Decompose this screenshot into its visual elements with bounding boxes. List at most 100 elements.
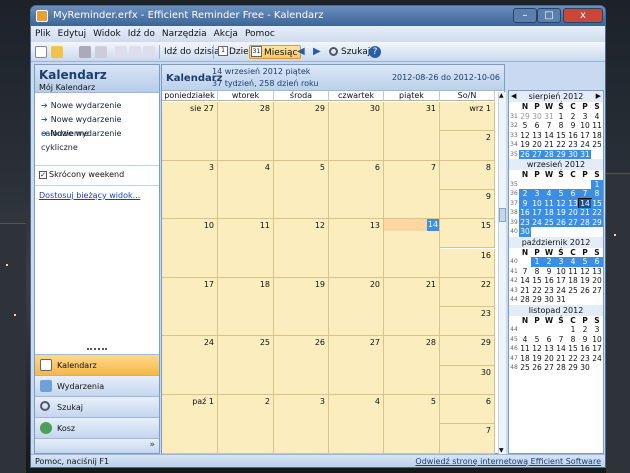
weekend-cell[interactable]: 29 bbox=[440, 336, 495, 366]
mini-day[interactable]: 20 bbox=[591, 276, 603, 286]
mini-day[interactable]: 2 bbox=[519, 189, 531, 199]
mini-day[interactable]: 3 bbox=[555, 257, 567, 267]
mini-day[interactable]: 1 bbox=[567, 325, 579, 335]
mini-day[interactable]: 9 bbox=[567, 121, 579, 131]
mini-month-title[interactable]: ◀ ▶ sierpień 2012 bbox=[509, 91, 603, 102]
mini-day[interactable]: 15 bbox=[591, 198, 603, 208]
search-button[interactable]: Szukaj bbox=[327, 45, 373, 59]
minimize-button[interactable]: – bbox=[513, 8, 537, 23]
day-cell[interactable]: 3 bbox=[162, 160, 218, 220]
mini-next-icon[interactable]: ▶ bbox=[596, 91, 603, 102]
day-cell[interactable]: 6 bbox=[329, 160, 384, 220]
mini-day[interactable]: 14 bbox=[555, 344, 567, 354]
weekend-cell[interactable]: 30 bbox=[440, 365, 495, 395]
mini-day[interactable]: 6 bbox=[591, 257, 603, 267]
scroll-thumb[interactable] bbox=[499, 208, 506, 222]
weekend-cell[interactable]: 15 bbox=[440, 219, 495, 249]
day-cell[interactable]: 3 bbox=[274, 395, 329, 454]
weekend-cell[interactable]: 2 bbox=[440, 131, 495, 161]
mini-day[interactable]: 1 bbox=[591, 179, 603, 189]
weekend-cell[interactable]: 7 bbox=[440, 424, 495, 454]
mini-day[interactable]: 23 bbox=[543, 286, 555, 296]
day-cell[interactable]: 10 bbox=[162, 219, 218, 278]
day-cell[interactable]: 20 bbox=[329, 277, 384, 337]
day-cell[interactable]: 18 bbox=[218, 277, 274, 337]
mini-day[interactable]: 29 bbox=[567, 363, 579, 373]
mini-day[interactable]: 26 bbox=[519, 149, 531, 159]
short-weekend-row[interactable]: ✓ Skrócony weekend bbox=[35, 165, 159, 183]
mini-day[interactable]: 7 bbox=[555, 335, 567, 345]
mini-day[interactable]: 10 bbox=[579, 121, 591, 131]
mini-day[interactable]: 2 bbox=[579, 325, 591, 335]
mini-day[interactable]: 24 bbox=[579, 140, 591, 150]
mini-day[interactable]: 1 bbox=[555, 112, 567, 122]
mini-day[interactable] bbox=[567, 227, 579, 237]
mini-day[interactable]: 12 bbox=[519, 131, 531, 141]
mini-day[interactable]: 9 bbox=[579, 335, 591, 345]
website-link[interactable]: Odwiedź stronę internetową Efficient Sof… bbox=[415, 455, 601, 467]
mini-day[interactable]: 11 bbox=[543, 198, 555, 208]
paste-icon[interactable] bbox=[143, 46, 155, 58]
mini-day[interactable] bbox=[555, 227, 567, 237]
mini-day[interactable]: 10 bbox=[555, 267, 567, 277]
weekend-cell[interactable]: 23 bbox=[440, 307, 495, 337]
mini-day[interactable]: 18 bbox=[519, 354, 531, 364]
weekend-cell[interactable]: 16 bbox=[440, 248, 495, 278]
mini-day[interactable]: 6 bbox=[531, 121, 543, 131]
mini-day[interactable]: 27 bbox=[543, 363, 555, 373]
mini-day[interactable]: 29 bbox=[591, 217, 603, 227]
mini-day[interactable] bbox=[579, 180, 591, 190]
day-cell[interactable]: 19 bbox=[274, 277, 329, 337]
mini-day[interactable] bbox=[591, 227, 603, 237]
new-allday-event-link[interactable]: ➔ Nowe wydarzenie całodzienne bbox=[35, 113, 159, 138]
day-cell[interactable]: 28 bbox=[384, 336, 440, 395]
nav-kosz[interactable]: Kosz bbox=[35, 417, 159, 438]
mini-day[interactable]: 11 bbox=[567, 267, 579, 277]
day-cell[interactable]: 31 bbox=[384, 102, 440, 161]
mini-month-title[interactable]: listopad 2012 bbox=[509, 304, 603, 316]
mini-day[interactable]: 8 bbox=[567, 335, 579, 345]
print-icon[interactable] bbox=[79, 46, 91, 58]
mini-day[interactable]: 13 bbox=[591, 267, 603, 277]
mini-day[interactable]: 16 bbox=[543, 276, 555, 286]
mini-day[interactable]: 19 bbox=[579, 276, 591, 286]
mini-day[interactable]: 30 bbox=[543, 295, 555, 305]
prev-arrow-icon[interactable]: ◀ bbox=[297, 46, 309, 58]
month-view-button[interactable]: 31 Miesiąc bbox=[249, 45, 302, 59]
mini-day[interactable]: 12 bbox=[579, 267, 591, 277]
mini-day[interactable] bbox=[543, 325, 555, 335]
expand-chevron-icon[interactable]: » bbox=[149, 440, 155, 450]
day-cell[interactable]: 25 bbox=[218, 336, 274, 395]
mini-day[interactable]: 19 bbox=[519, 140, 531, 150]
mini-day[interactable]: 2 bbox=[567, 112, 579, 122]
mini-day[interactable]: 7 bbox=[519, 267, 531, 277]
mini-day[interactable] bbox=[567, 180, 579, 190]
mini-day[interactable]: 23 bbox=[567, 140, 579, 150]
mini-day[interactable]: 5 bbox=[519, 121, 531, 131]
menu-widok[interactable]: Widok bbox=[89, 26, 124, 39]
day-cell[interactable]: 7 bbox=[384, 160, 440, 220]
cut-icon[interactable] bbox=[115, 46, 127, 58]
mini-day[interactable]: 29 bbox=[519, 112, 531, 122]
mini-day[interactable]: 24 bbox=[591, 354, 603, 364]
new-event-link[interactable]: ➔ Nowe wydarzenie bbox=[35, 99, 159, 113]
help-icon[interactable]: ? bbox=[369, 46, 381, 58]
customize-view-link[interactable]: Dostosuj bieżący widok... bbox=[35, 185, 159, 205]
new-icon[interactable] bbox=[35, 46, 47, 58]
mini-day[interactable] bbox=[531, 227, 543, 237]
maximize-button[interactable]: □ bbox=[537, 8, 561, 23]
mini-day[interactable]: 18 bbox=[567, 276, 579, 286]
day-cell[interactable]: paź 1 bbox=[162, 395, 218, 454]
mini-day[interactable]: 31 bbox=[543, 112, 555, 122]
mini-day[interactable]: 4 bbox=[519, 335, 531, 345]
mini-day[interactable]: 30 bbox=[579, 363, 591, 373]
copy-icon[interactable] bbox=[129, 46, 141, 58]
mini-day[interactable]: 17 bbox=[591, 344, 603, 354]
mini-day[interactable]: 20 bbox=[531, 140, 543, 150]
mini-day[interactable] bbox=[591, 295, 603, 305]
mini-day[interactable]: 5 bbox=[579, 257, 591, 267]
mini-day[interactable]: 25 bbox=[519, 363, 531, 373]
mini-day[interactable]: 28 bbox=[519, 295, 531, 305]
menu-akcja[interactable]: Akcja bbox=[210, 26, 241, 39]
mini-day[interactable]: 15 bbox=[531, 276, 543, 286]
